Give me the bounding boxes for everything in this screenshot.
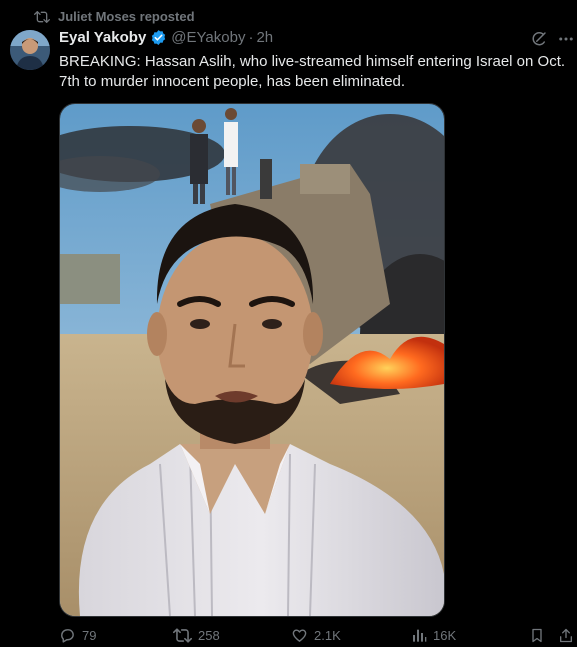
bookmark-icon [529, 627, 545, 644]
repost-icon [34, 10, 50, 24]
views-count: 16K [433, 627, 457, 643]
author-handle[interactable]: @EYakoby [171, 29, 245, 46]
author-name[interactable]: Eyal Yakoby [59, 29, 146, 46]
repost-label[interactable]: Juliet Moses reposted [58, 9, 195, 24]
repost-button[interactable]: 258 [173, 627, 220, 644]
tweet-timestamp[interactable]: 2h [256, 29, 273, 46]
views-button[interactable]: 16K [411, 627, 456, 643]
like-button[interactable]: 2.1K [291, 627, 341, 644]
tweet-text: BREAKING: Hassan Aslih, who live-streame… [59, 53, 566, 90]
reply-icon [59, 627, 76, 644]
views-chart-icon [411, 627, 427, 643]
repost-count: 258 [198, 628, 220, 643]
bookmark-button[interactable] [529, 627, 545, 644]
share-button[interactable] [558, 627, 574, 644]
author-avatar[interactable] [10, 30, 50, 70]
share-icon [558, 627, 574, 644]
repost-indicator[interactable]: Juliet Moses reposted [34, 9, 195, 24]
heart-icon [291, 627, 308, 644]
tweet-header: Eyal Yakoby @EYakoby · 2h [59, 29, 273, 46]
more-options-icon[interactable] [557, 30, 575, 53]
tweet-actions-bar: 79 258 2.1K 16K [59, 627, 577, 647]
verified-badge-icon[interactable] [150, 29, 167, 46]
repost-action-icon [173, 627, 192, 644]
reply-button[interactable]: 79 [59, 627, 96, 644]
header-separator: · [248, 29, 254, 46]
tweet-media-photo[interactable] [59, 103, 445, 617]
like-count: 2.1K [314, 628, 341, 643]
reply-count: 79 [82, 628, 97, 643]
grok-icon[interactable] [530, 30, 548, 53]
